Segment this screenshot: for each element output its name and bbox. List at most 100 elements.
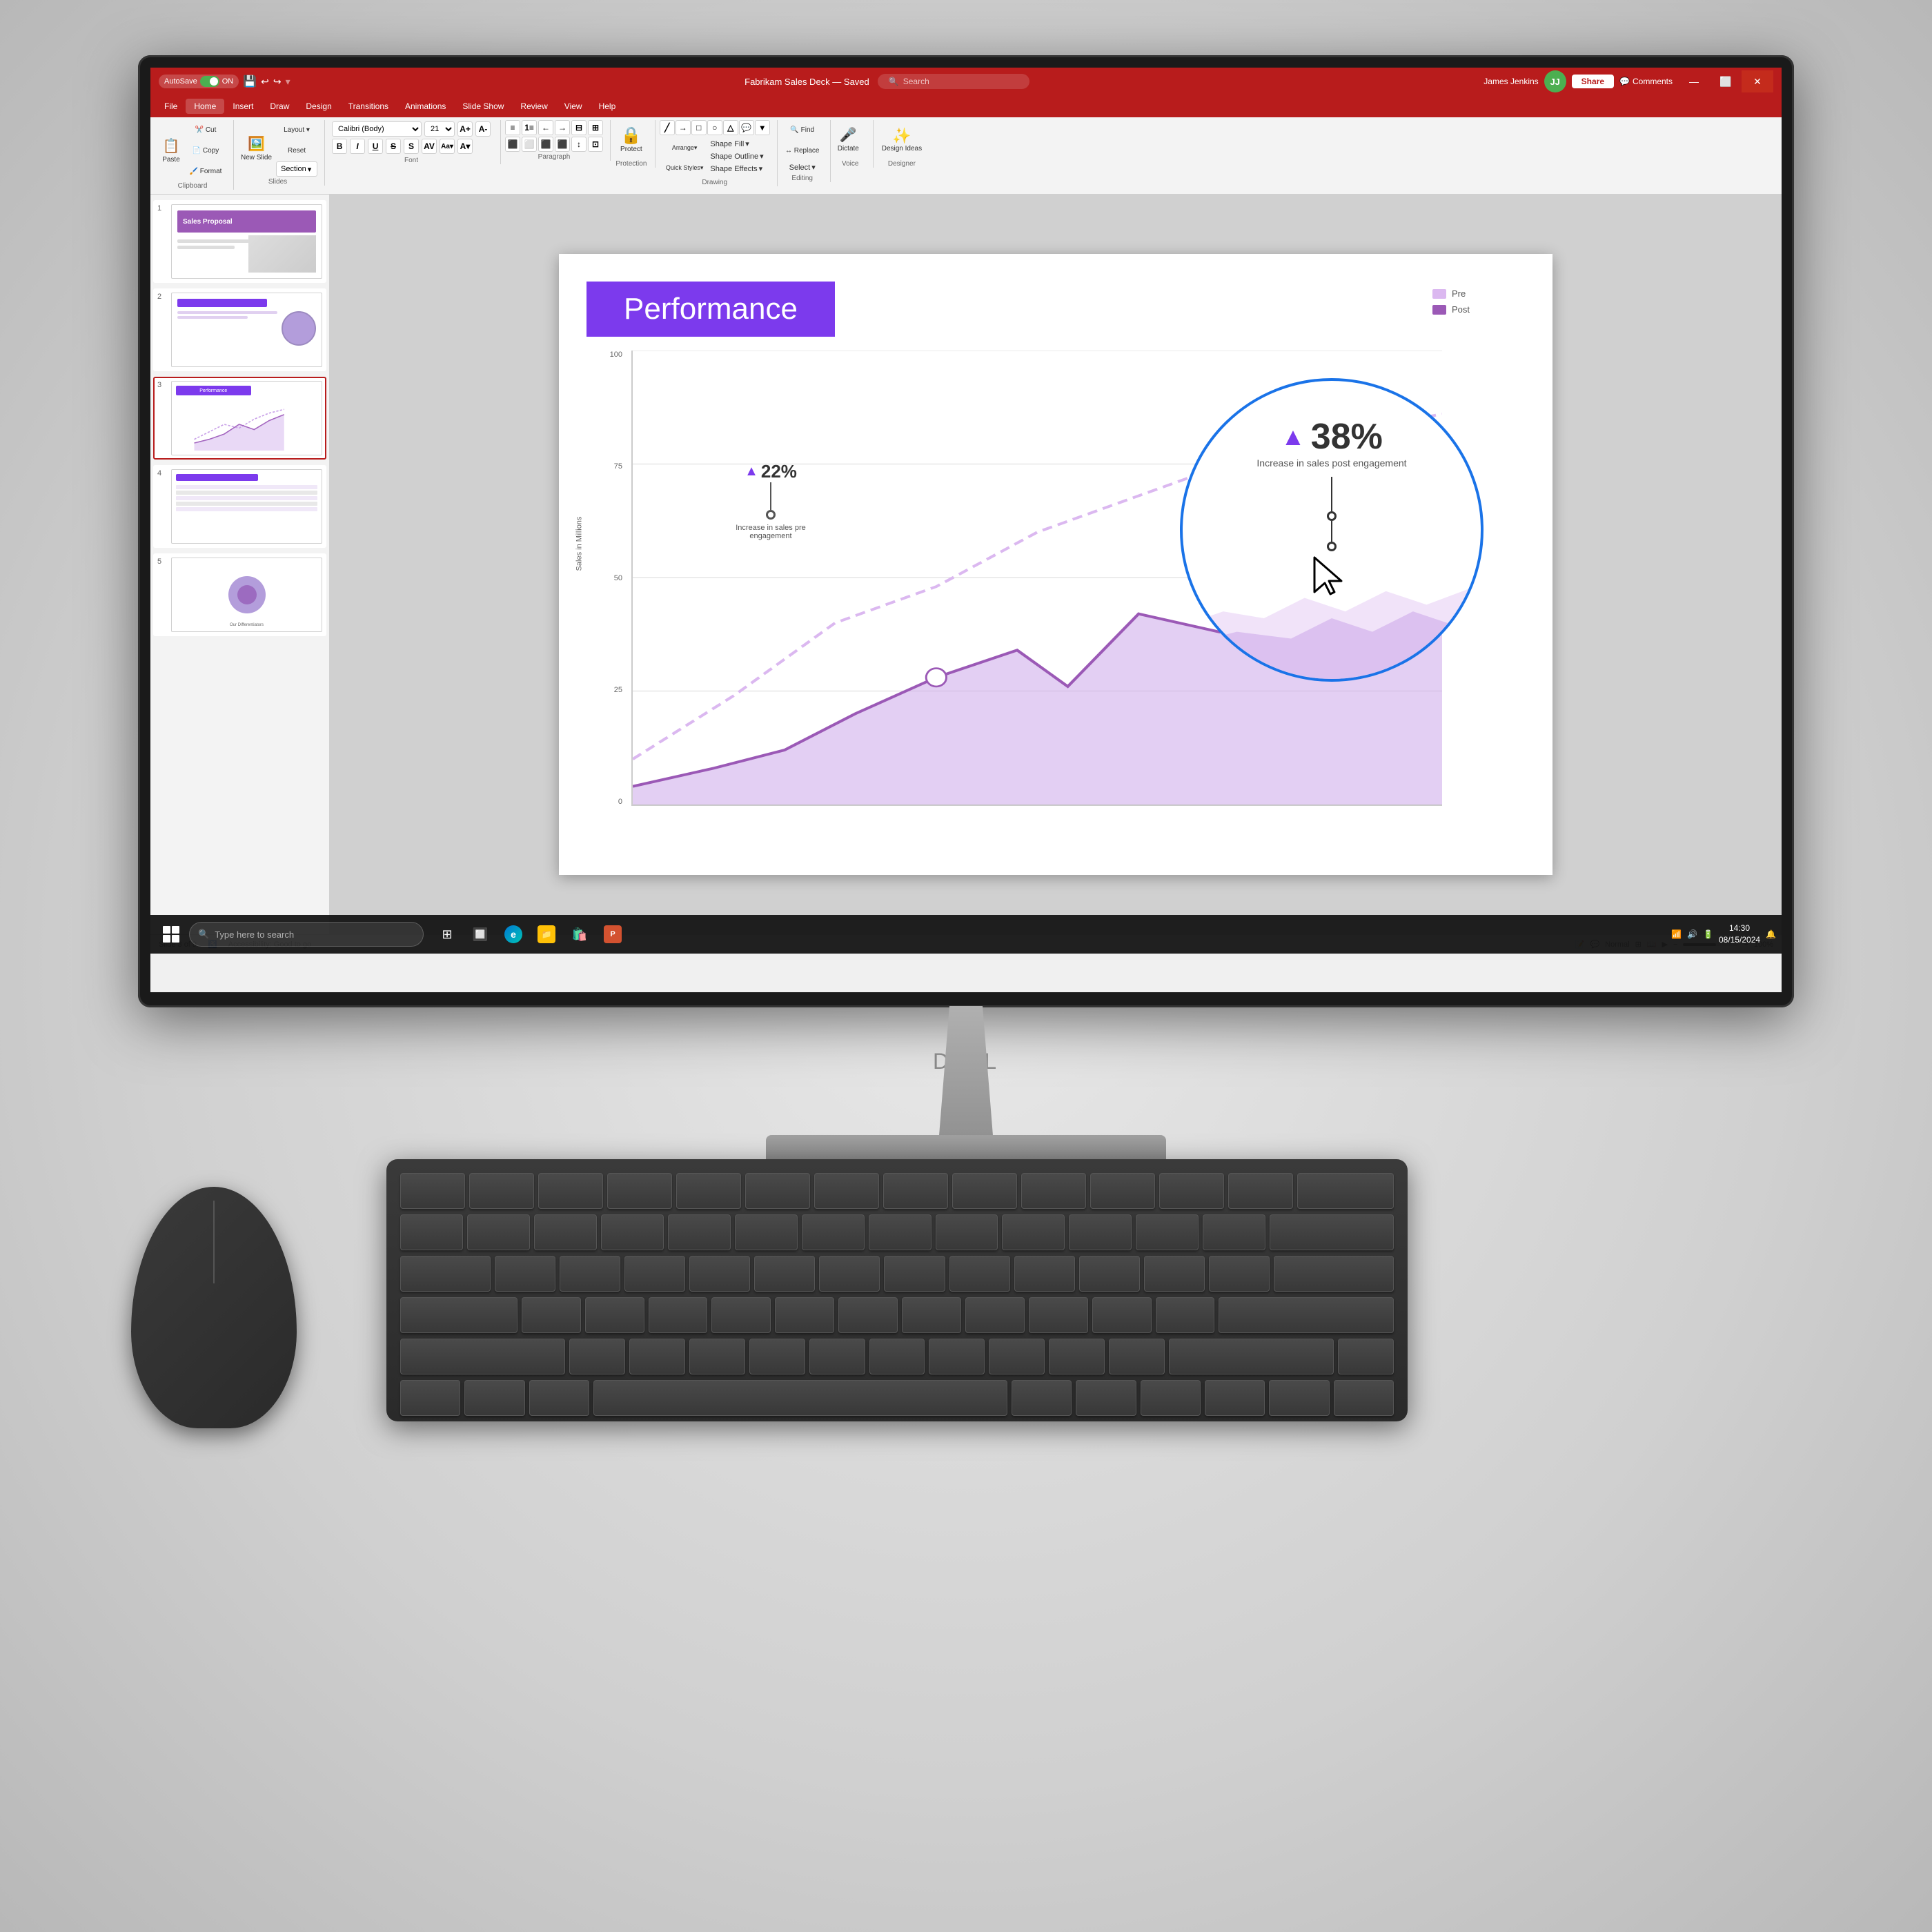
text-shadow-button[interactable]: S bbox=[404, 139, 419, 154]
callout-tool[interactable]: 💬 bbox=[739, 120, 754, 135]
shape-outline-button[interactable]: Shape Outline ▾ bbox=[707, 150, 766, 162]
key-shift-right[interactable] bbox=[1169, 1339, 1334, 1374]
italic-button[interactable]: I bbox=[350, 139, 365, 154]
key-f4[interactable] bbox=[676, 1173, 741, 1209]
key-n[interactable] bbox=[869, 1339, 925, 1374]
quick-styles-button[interactable]: Quick Styles▾ bbox=[663, 158, 707, 177]
menu-transitions[interactable]: Transitions bbox=[340, 99, 397, 114]
search-box[interactable]: 🔍 Search bbox=[878, 74, 1029, 89]
menu-file[interactable]: File bbox=[156, 99, 186, 114]
align-left-button[interactable]: ⬛ bbox=[505, 137, 520, 152]
powerpoint-button[interactable]: P bbox=[598, 919, 628, 949]
key-i[interactable] bbox=[949, 1256, 1010, 1292]
save-icon[interactable]: 💾 bbox=[243, 75, 257, 88]
key-9[interactable] bbox=[1002, 1214, 1065, 1250]
slide-thumb-5[interactable]: 5 Our Differentiators bbox=[153, 553, 326, 636]
arrange-button[interactable]: Arrange▾ bbox=[663, 138, 707, 157]
underline-button[interactable]: U bbox=[368, 139, 383, 154]
search-widget-button[interactable]: 🔲 bbox=[465, 919, 495, 949]
design-ideas-button[interactable]: ✨ Design Ideas bbox=[878, 120, 926, 159]
key-fn[interactable] bbox=[1076, 1380, 1136, 1416]
key-x[interactable] bbox=[629, 1339, 685, 1374]
key-ctrl-right[interactable] bbox=[1141, 1380, 1201, 1416]
maximize-button[interactable]: ⬜ bbox=[1710, 70, 1742, 92]
key-arrow-down[interactable] bbox=[1269, 1380, 1329, 1416]
key-f1[interactable] bbox=[469, 1173, 534, 1209]
justify-button[interactable]: ⬛ bbox=[555, 137, 570, 152]
key-s[interactable] bbox=[585, 1297, 644, 1333]
slide-thumb-3[interactable]: 3 Performance bbox=[153, 377, 326, 460]
key-tab[interactable] bbox=[400, 1256, 491, 1292]
key-arrow-left[interactable] bbox=[1205, 1380, 1265, 1416]
key-f6[interactable] bbox=[814, 1173, 879, 1209]
increase-indent-button[interactable]: → bbox=[555, 120, 570, 135]
smart-art-button[interactable]: ⊞ bbox=[588, 120, 603, 135]
key-f7[interactable] bbox=[883, 1173, 948, 1209]
shape-fill-button[interactable]: Shape Fill ▾ bbox=[707, 138, 766, 150]
minimize-button[interactable]: — bbox=[1678, 70, 1710, 92]
key-shift-left[interactable] bbox=[400, 1339, 565, 1374]
undo-icon[interactable]: ↩ bbox=[261, 76, 269, 88]
key-esc[interactable] bbox=[400, 1173, 465, 1209]
find-button[interactable]: 🔍 Find bbox=[782, 120, 823, 139]
font-family-select[interactable]: Calibri (Body) bbox=[332, 121, 422, 137]
file-explorer-button[interactable]: 📁 bbox=[531, 919, 562, 949]
key-1[interactable] bbox=[467, 1214, 530, 1250]
key-caps[interactable] bbox=[400, 1297, 518, 1333]
new-slide-button[interactable]: 🖼️ New Slide bbox=[238, 129, 275, 168]
key-7[interactable] bbox=[869, 1214, 931, 1250]
columns-button[interactable]: ⊟ bbox=[571, 120, 586, 135]
taskview-button[interactable]: ⊞ bbox=[432, 919, 462, 949]
key-f2[interactable] bbox=[538, 1173, 603, 1209]
key-j[interactable] bbox=[902, 1297, 961, 1333]
close-button[interactable]: ✕ bbox=[1742, 70, 1773, 92]
slide-thumb-1[interactable]: 1 Sales Proposal bbox=[153, 200, 326, 283]
bullet-list-button[interactable]: ≡ bbox=[505, 120, 520, 135]
key-enter[interactable] bbox=[1274, 1256, 1394, 1292]
menu-home[interactable]: Home bbox=[186, 99, 224, 114]
key-bracket-close[interactable] bbox=[1209, 1256, 1270, 1292]
decrease-indent-button[interactable]: ← bbox=[538, 120, 553, 135]
key-slash[interactable] bbox=[1109, 1339, 1165, 1374]
start-button[interactable] bbox=[156, 919, 186, 949]
key-e[interactable] bbox=[624, 1256, 685, 1292]
bold-button[interactable]: B bbox=[332, 139, 347, 154]
menu-view[interactable]: View bbox=[556, 99, 591, 114]
key-4[interactable] bbox=[668, 1214, 731, 1250]
key-f9[interactable] bbox=[1021, 1173, 1086, 1209]
key-0[interactable] bbox=[1069, 1214, 1132, 1250]
shape-effects-button[interactable]: Shape Effects ▾ bbox=[707, 163, 766, 175]
key-ctrl-left[interactable] bbox=[400, 1380, 460, 1416]
key-k[interactable] bbox=[965, 1297, 1025, 1333]
menu-slideshow[interactable]: Slide Show bbox=[454, 99, 512, 114]
key-f12[interactable] bbox=[1228, 1173, 1293, 1209]
slide-thumb-2[interactable]: 2 bbox=[153, 288, 326, 371]
strikethrough-button[interactable]: S bbox=[386, 139, 401, 154]
key-z[interactable] bbox=[569, 1339, 625, 1374]
comments-button[interactable]: 💬 Comments bbox=[1619, 77, 1673, 86]
key-c[interactable] bbox=[689, 1339, 745, 1374]
key-a[interactable] bbox=[522, 1297, 581, 1333]
autosave-toggle[interactable] bbox=[200, 76, 219, 87]
key-f5[interactable] bbox=[745, 1173, 810, 1209]
font-increase-button[interactable]: A+ bbox=[457, 121, 473, 137]
key-m[interactable] bbox=[929, 1339, 985, 1374]
font-color-button[interactable]: Aa▾ bbox=[440, 139, 455, 154]
key-enter-2[interactable] bbox=[1219, 1297, 1394, 1333]
cut-button[interactable]: ✂️ Cut bbox=[185, 120, 226, 139]
dictate-button[interactable]: 🎤 Dictate bbox=[835, 120, 862, 159]
layout-button[interactable]: Layout ▾ bbox=[276, 120, 317, 139]
key-f3[interactable] bbox=[607, 1173, 672, 1209]
key-period[interactable] bbox=[1049, 1339, 1105, 1374]
menu-animations[interactable]: Animations bbox=[397, 99, 454, 114]
align-center-button[interactable]: ⬜ bbox=[522, 137, 537, 152]
key-h[interactable] bbox=[838, 1297, 898, 1333]
reset-button[interactable]: Reset bbox=[276, 141, 317, 160]
font-decrease-button[interactable]: A- bbox=[475, 121, 491, 137]
key-alt-right[interactable] bbox=[1012, 1380, 1072, 1416]
key-arrow-up[interactable] bbox=[1338, 1339, 1394, 1374]
menu-design[interactable]: Design bbox=[297, 99, 339, 114]
highlight-button[interactable]: A▾ bbox=[457, 139, 473, 154]
key-semi[interactable] bbox=[1092, 1297, 1152, 1333]
key-quote[interactable] bbox=[1156, 1297, 1215, 1333]
